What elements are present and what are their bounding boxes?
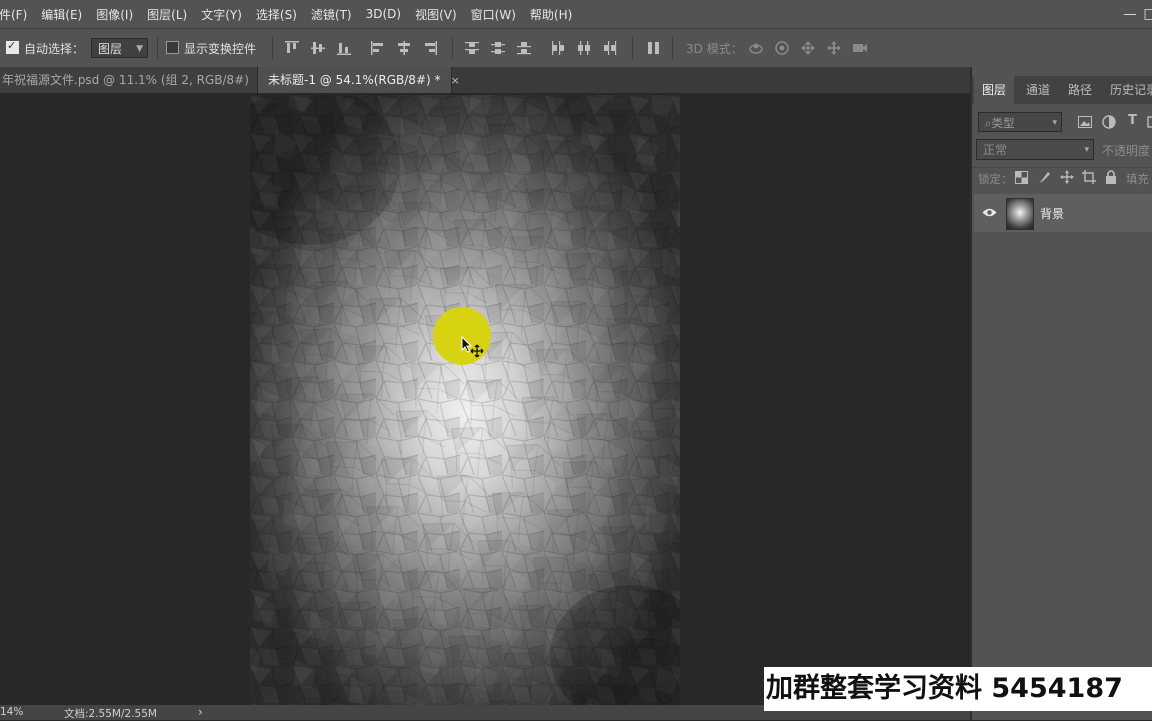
align-top-icon[interactable] bbox=[284, 40, 300, 56]
distribute-bottom-icon[interactable] bbox=[516, 40, 532, 56]
layer-name: 背景 bbox=[1040, 207, 1065, 221]
type-filter-icon[interactable]: T bbox=[1128, 113, 1137, 128]
layer-row-background[interactable]: 背景 bbox=[974, 194, 1152, 232]
opacity-label: 不透明度 bbox=[1102, 144, 1151, 158]
menu-item-1[interactable]: 编辑(E) bbox=[34, 6, 89, 23]
menu-bar: 件(F) 编辑(E) 图像(I) 图层(L) 文字(Y) 选择(S) 滤镜(T) 3D(D) 视… bbox=[0, 0, 1152, 28]
3d-pan-icon[interactable] bbox=[800, 40, 816, 56]
lock-row: 锁定： 填充 bbox=[972, 167, 1152, 190]
zoom-level[interactable]: 14% bbox=[0, 706, 23, 718]
align-left-icon[interactable] bbox=[370, 40, 386, 56]
document-canvas[interactable] bbox=[250, 95, 680, 705]
divider bbox=[452, 37, 453, 59]
watermark-banner: 加群整套学习资料 5454187 bbox=[764, 667, 1152, 711]
tab-label: 未标题-1 @ 54.1%(RGB/8#) * bbox=[268, 73, 441, 87]
tab-history[interactable]: 历史记录 bbox=[1110, 76, 1152, 104]
chevron-down-icon: ▼ bbox=[136, 44, 143, 54]
document-size-info: 文档:2.55M/2.55M bbox=[64, 708, 157, 720]
lock-label: 锁定： bbox=[978, 172, 1013, 186]
shape-filter-icon[interactable] bbox=[1146, 115, 1152, 129]
auto-select-label: 自动选择： bbox=[24, 42, 85, 56]
options-bar: 自动选择： 图层 ▼ 显示变换控件 3D 模式： bbox=[0, 28, 1152, 68]
chevron-down-icon: ▾ bbox=[1084, 145, 1089, 155]
distribute-left-icon[interactable] bbox=[550, 40, 566, 56]
layer-thumbnail bbox=[1006, 198, 1034, 230]
menu-item-7[interactable]: 3D(D) bbox=[359, 7, 408, 21]
divider bbox=[632, 37, 633, 59]
visibility-eye-icon[interactable] bbox=[982, 207, 997, 218]
auto-align-icon[interactable] bbox=[646, 40, 662, 56]
3d-roll-icon[interactable] bbox=[774, 40, 790, 56]
show-transform-checkbox[interactable] bbox=[166, 41, 179, 54]
maximize-button[interactable]: □ bbox=[1130, 0, 1152, 28]
tab-document-1[interactable]: 年祝福源文件.psd @ 11.1% (组 2, RGB/8#)× bbox=[0, 67, 268, 93]
auto-select-dropdown[interactable]: 图层 ▼ bbox=[91, 38, 148, 58]
menu-item-0[interactable]: 件(F) bbox=[0, 6, 34, 23]
move-cursor-icon bbox=[461, 336, 484, 358]
blend-mode-dropdown[interactable]: 正常 ▾ bbox=[976, 139, 1094, 160]
divider bbox=[157, 37, 158, 59]
lock-all-icon[interactable] bbox=[1105, 170, 1117, 184]
menu-item-9[interactable]: 窗口(W) bbox=[464, 6, 523, 23]
menu-item-6[interactable]: 滤镜(T) bbox=[304, 6, 359, 23]
menu-item-3[interactable]: 图层(L) bbox=[140, 6, 194, 23]
distribute-top-icon[interactable] bbox=[464, 40, 480, 56]
workspace bbox=[0, 93, 970, 705]
blend-mode-value: 正常 bbox=[983, 143, 1008, 157]
distribute-hcenter-icon[interactable] bbox=[576, 40, 592, 56]
3d-slide-icon[interactable] bbox=[826, 40, 842, 56]
menu-item-2[interactable]: 图像(I) bbox=[89, 6, 140, 23]
3d-camera-icon[interactable] bbox=[852, 40, 868, 56]
tab-layers[interactable]: 图层 bbox=[974, 76, 1014, 104]
lock-artboard-icon[interactable] bbox=[1082, 170, 1096, 184]
tab-label: 年祝福源文件.psd @ 11.1% (组 2, RGB/8#) bbox=[2, 73, 249, 87]
menu-item-8[interactable]: 视图(V) bbox=[408, 6, 464, 23]
layers-panel: 图层 通道 路径 历史记录 ⌕类型 ▾ T 正常 ▾ 不透明度 锁定： 填充 bbox=[970, 67, 1152, 720]
align-vcenter-icon[interactable] bbox=[310, 40, 326, 56]
filter-kind-label: 类型 bbox=[991, 116, 1015, 130]
lock-transparent-icon[interactable] bbox=[1015, 171, 1028, 184]
menu-item-5[interactable]: 选择(S) bbox=[249, 6, 304, 23]
auto-select-checkbox[interactable] bbox=[6, 39, 19, 54]
3d-orbit-icon[interactable] bbox=[748, 40, 764, 56]
tab-channels[interactable]: 通道 bbox=[1018, 76, 1058, 104]
menu-item-4[interactable]: 文字(Y) bbox=[194, 6, 249, 23]
divider bbox=[272, 37, 273, 59]
adjustment-filter-icon[interactable] bbox=[1102, 115, 1116, 129]
image-filter-icon[interactable] bbox=[1078, 116, 1092, 128]
tab-paths[interactable]: 路径 bbox=[1060, 76, 1100, 104]
align-bottom-icon[interactable] bbox=[336, 40, 352, 56]
layer-filter-row: ⌕类型 ▾ T bbox=[972, 111, 1152, 135]
menu-item-10[interactable]: 帮助(H) bbox=[523, 6, 579, 23]
align-hcenter-icon[interactable] bbox=[396, 40, 412, 56]
close-icon[interactable]: × bbox=[451, 74, 460, 87]
filter-kind-dropdown[interactable]: ⌕类型 ▾ bbox=[978, 112, 1062, 132]
crystallize-image bbox=[250, 95, 680, 705]
blend-row: 正常 ▾ 不透明度 bbox=[972, 139, 1152, 161]
tab-document-2[interactable]: 未标题-1 @ 54.1%(RGB/8#) * × bbox=[258, 67, 460, 93]
3d-mode-label: 3D 模式： bbox=[686, 42, 743, 56]
panel-tab-bar: 图层 通道 路径 历史记录 bbox=[972, 76, 1152, 104]
chevron-down-icon: ▾ bbox=[1052, 118, 1057, 128]
distribute-right-icon[interactable] bbox=[602, 40, 618, 56]
align-right-icon[interactable] bbox=[422, 40, 438, 56]
divider bbox=[672, 37, 673, 59]
lock-paint-icon[interactable] bbox=[1038, 171, 1051, 184]
status-menu-arrow[interactable]: › bbox=[198, 705, 203, 719]
show-transform-label: 显示变换控件 bbox=[184, 42, 257, 56]
distribute-vcenter-icon[interactable] bbox=[490, 40, 506, 56]
document-tab-bar: 年祝福源文件.psd @ 11.1% (组 2, RGB/8#)× 未标题-1 … bbox=[0, 67, 970, 93]
lock-position-icon[interactable] bbox=[1060, 170, 1074, 184]
fill-label: 填充 bbox=[1126, 172, 1149, 186]
auto-select-value: 图层 bbox=[98, 42, 123, 56]
